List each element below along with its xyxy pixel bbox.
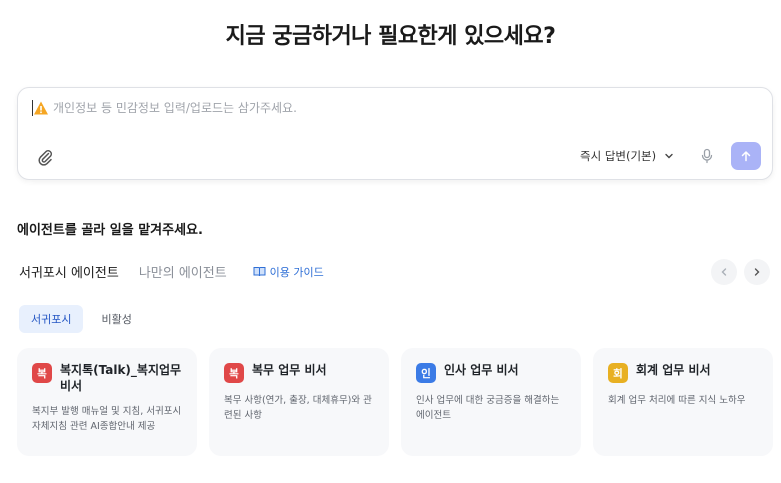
- agent-card-description: 인사 업무에 대한 궁금증을 해결하는 에이전트: [416, 395, 560, 421]
- agent-card-title: 복지톡(Talk)_복지업무 비서: [60, 363, 182, 393]
- agents-heading: 에이전트를 골라 일을 맡겨주세요.: [17, 223, 203, 238]
- agent-card-accounting[interactable]: 회 회계 업무 비서 회계 업무 처리에 따른 지식 노하우: [593, 348, 773, 456]
- page-title: 지금 궁금하거나 필요한게 있으세요?: [225, 24, 556, 49]
- response-mode-label: 즉시 답변(기본): [580, 149, 657, 163]
- agent-card-title: 인사 업무 비서: [444, 363, 519, 377]
- filter-tab-seogwipo[interactable]: 서귀포시: [19, 305, 84, 333]
- book-icon: [253, 267, 266, 277]
- agent-card-list: 복 복지톡(Talk)_복지업무 비서 복지부 발행 매뉴얼 및 지침, 서귀포…: [17, 348, 773, 456]
- agent-badge: 회: [608, 363, 628, 383]
- agent-badge: 복: [224, 363, 244, 383]
- arrow-up-icon: [741, 151, 751, 162]
- carousel-next-button[interactable]: [744, 259, 770, 285]
- chevron-down-icon: [665, 153, 673, 159]
- agent-card-description: 복무 사항(연가, 출장, 대체휴무)와 관련된 사항: [224, 395, 372, 421]
- agent-card-title: 복무 업무 비서: [252, 363, 327, 377]
- agent-card-description: 회계 업무 처리에 따른 지식 노하우: [608, 395, 746, 406]
- paperclip-icon[interactable]: [36, 148, 54, 166]
- chat-composer[interactable]: 개인정보 등 민감정보 입력/업로드는 삼가주세요. 즉시 답변(기본): [17, 87, 773, 180]
- usage-guide-label: 이용 가이드: [269, 265, 324, 279]
- usage-guide-link[interactable]: 이용 가이드: [253, 264, 324, 280]
- send-button[interactable]: [731, 142, 761, 170]
- agent-card-description: 복지부 발행 매뉴얼 및 지침, 서귀포시 자체지침 관련 AI종합안내 제공: [32, 406, 182, 432]
- chevron-right-icon: [754, 268, 760, 276]
- microphone-icon[interactable]: [700, 148, 714, 164]
- agent-badge: 인: [416, 363, 436, 383]
- carousel-prev-button[interactable]: [711, 259, 737, 285]
- agent-filter-tabs: 서귀포시 비활성: [19, 305, 144, 333]
- chat-input[interactable]: 개인정보 등 민감정보 입력/업로드는 삼가주세요.: [53, 99, 297, 116]
- filter-tab-inactive[interactable]: 비활성: [89, 305, 143, 333]
- agent-card-welfare-talk[interactable]: 복 복지톡(Talk)_복지업무 비서 복지부 발행 매뉴얼 및 지침, 서귀포…: [17, 348, 197, 456]
- agent-card-title: 회계 업무 비서: [636, 363, 711, 377]
- warning-icon: [34, 101, 48, 115]
- agent-tabs: 서귀포시 에이전트 나만의 에이전트 이용 가이드: [19, 262, 324, 282]
- agent-card-service-affairs[interactable]: 복 복무 업무 비서 복무 사항(연가, 출장, 대체휴무)와 관련된 사항: [209, 348, 389, 456]
- agent-badge: 복: [32, 363, 52, 383]
- tab-my-agents[interactable]: 나만의 에이전트: [139, 262, 227, 281]
- chevron-left-icon: [721, 268, 727, 276]
- response-mode-select[interactable]: 즉시 답변(기본): [580, 148, 674, 164]
- tab-seogwipo-agents[interactable]: 서귀포시 에이전트: [19, 262, 119, 281]
- agent-card-personnel[interactable]: 인 인사 업무 비서 인사 업무에 대한 궁금증을 해결하는 에이전트: [401, 348, 581, 456]
